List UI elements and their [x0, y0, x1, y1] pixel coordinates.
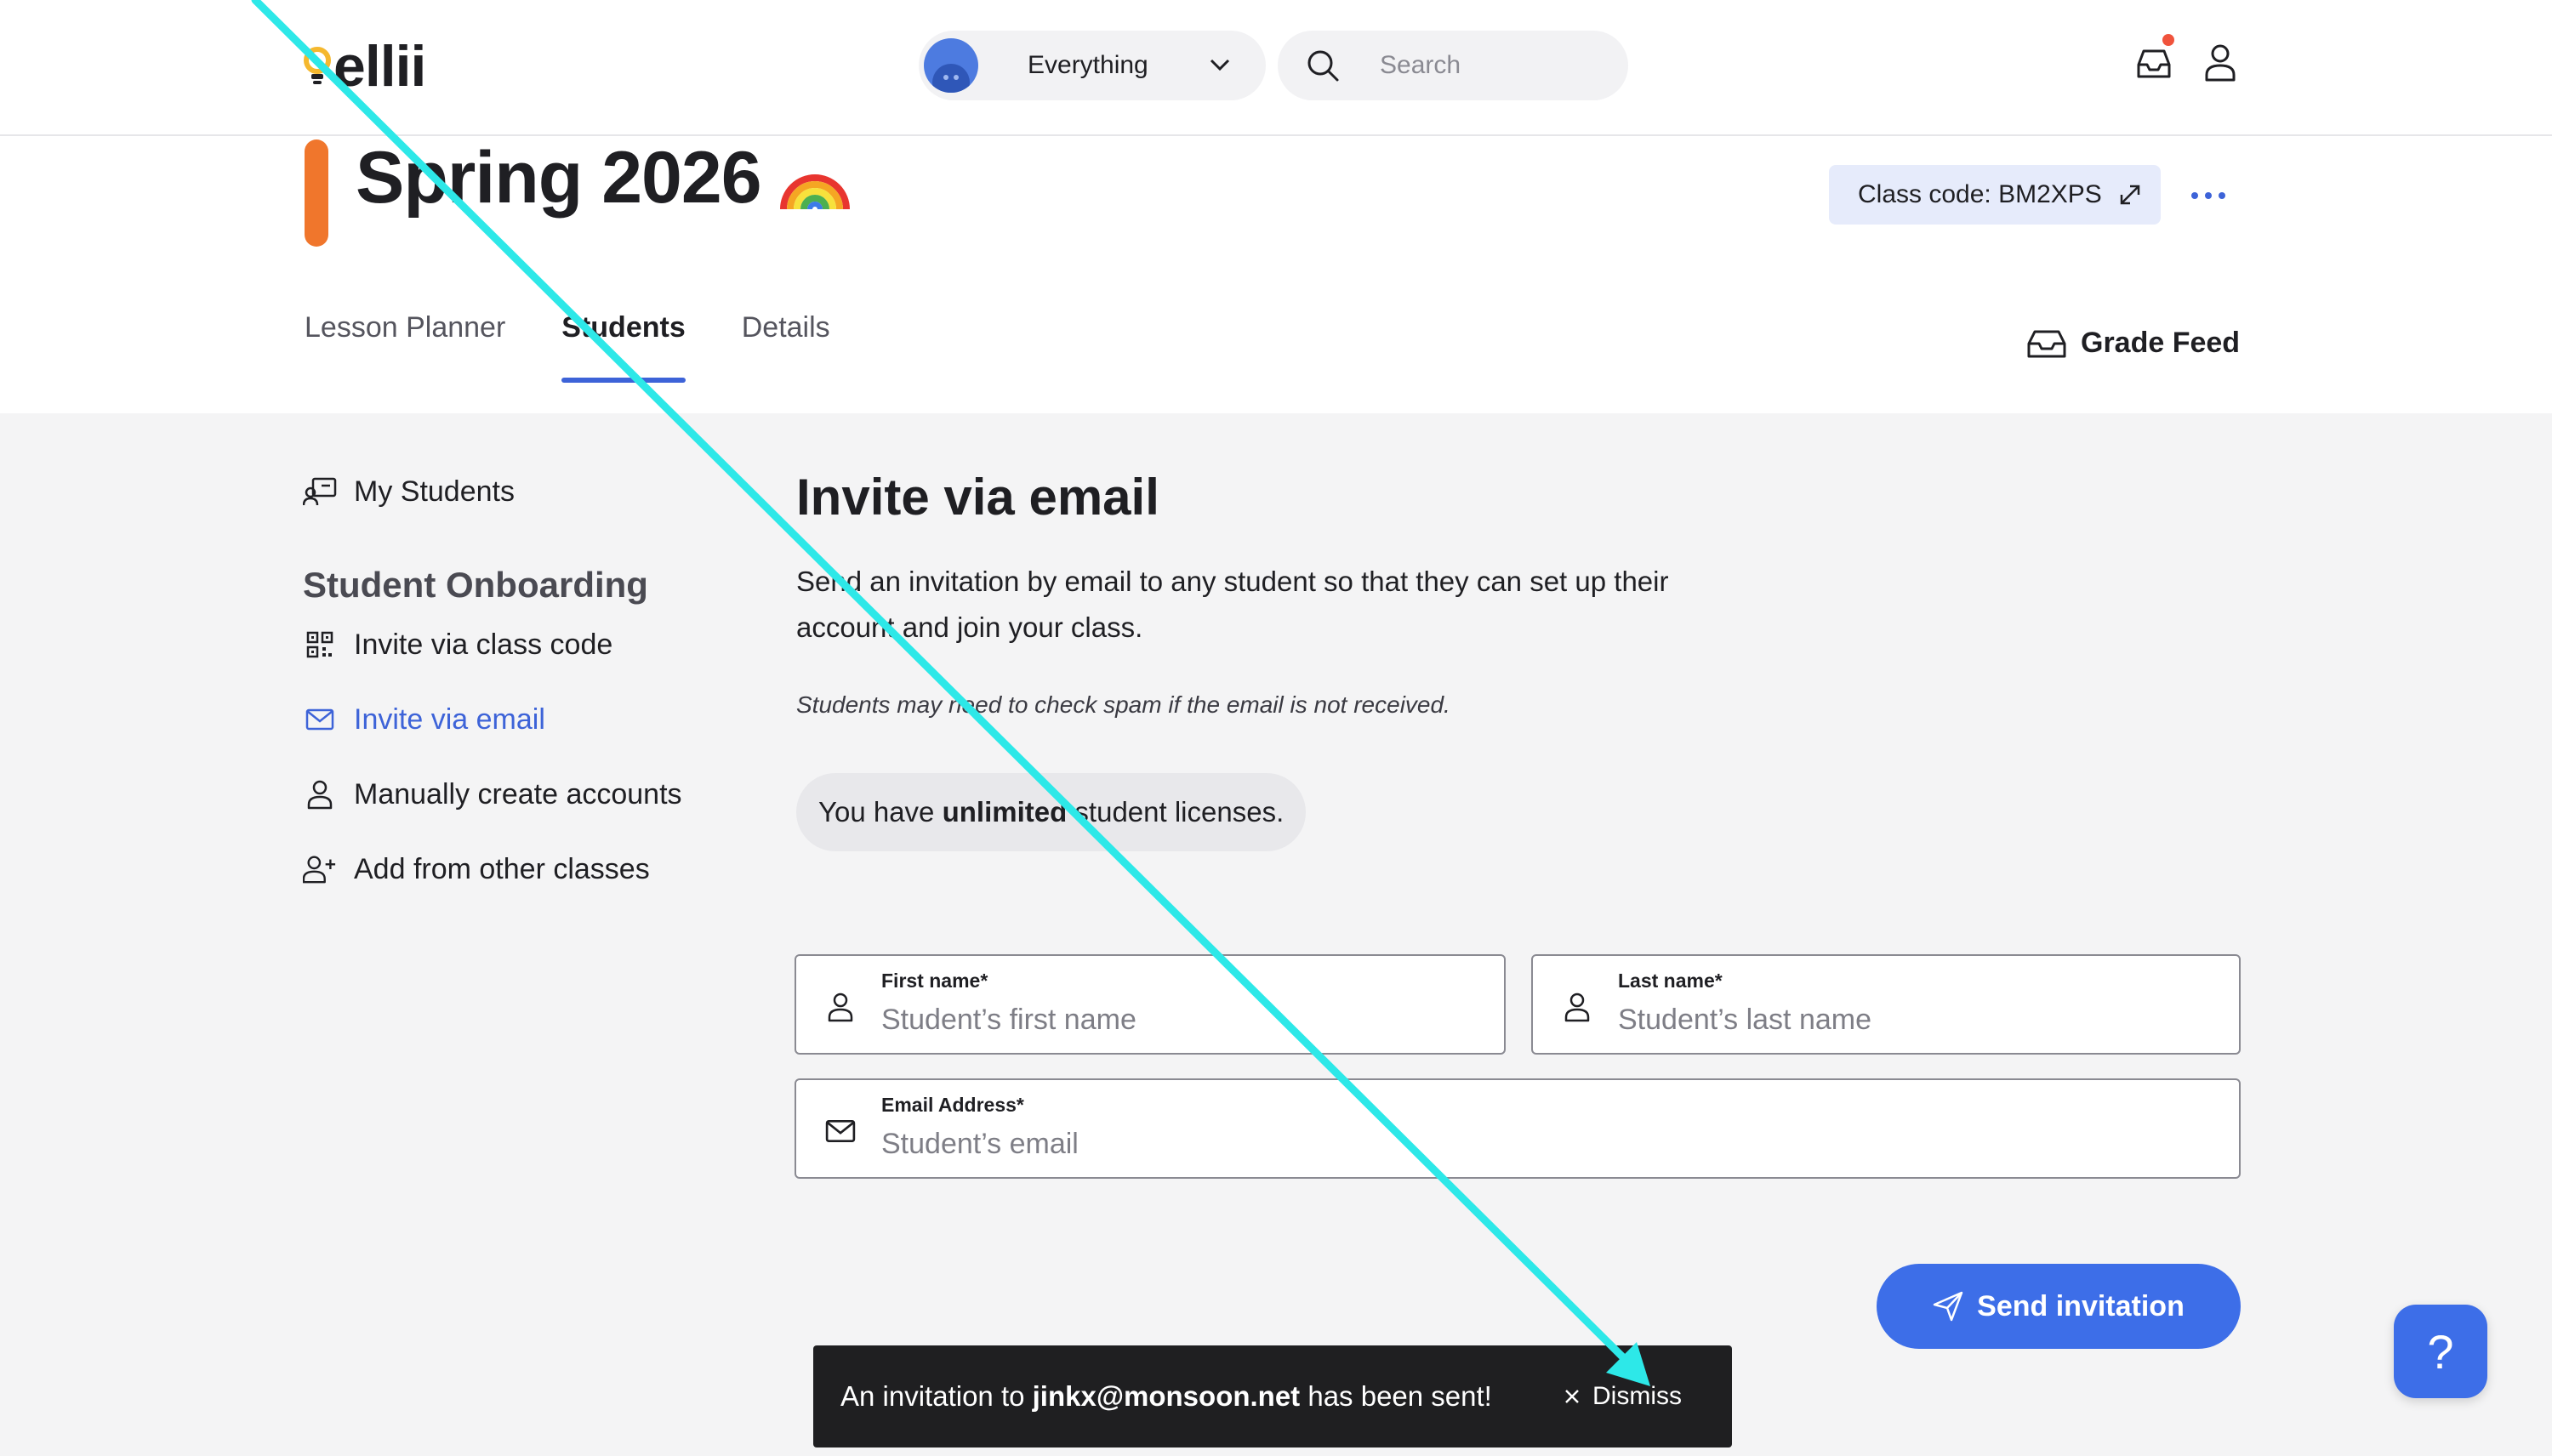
profile-icon[interactable]	[2203, 43, 2237, 82]
mail-icon	[303, 702, 337, 737]
side-item-my-students[interactable]: My Students	[303, 468, 745, 515]
toast-prefix: An invitation to	[840, 1380, 1033, 1412]
dismiss-label: Dismiss	[1592, 1382, 1682, 1410]
scope-selector[interactable]: Everything	[919, 31, 1266, 100]
side-item-invite-class-code[interactable]: Invite via class code	[303, 621, 745, 668]
class-title: Spring 2026	[356, 136, 852, 220]
toast-suffix: has been sent!	[1300, 1380, 1492, 1412]
scope-avatar	[924, 38, 978, 93]
first-name-input[interactable]	[881, 1004, 1478, 1037]
ellii-logo[interactable]: ellii	[303, 34, 426, 99]
license-prefix: You have	[818, 796, 943, 828]
more-options-button[interactable]	[2191, 179, 2225, 213]
user-icon	[303, 777, 337, 811]
class-code-button[interactable]: Class code: BM2XPS	[1829, 165, 2161, 225]
help-button[interactable]: ?	[2394, 1305, 2487, 1398]
more-dot	[2219, 192, 2225, 199]
email-input[interactable]	[881, 1128, 2213, 1161]
send-invitation-label: Send invitation	[1977, 1289, 2185, 1322]
logo-wordmark: ellii	[333, 34, 426, 99]
rainbow-emoji-icon	[779, 173, 850, 209]
license-count: unlimited	[942, 796, 1068, 828]
search-icon	[1307, 50, 1339, 82]
qr-code-icon	[303, 628, 337, 662]
grade-feed-label: Grade Feed	[2081, 327, 2241, 359]
search-box[interactable]: Search	[1278, 31, 1628, 100]
side-item-label: Add from other classes	[354, 852, 650, 885]
top-navigation-bar: ellii Everything Search	[0, 0, 2552, 136]
paper-plane-icon	[1933, 1291, 1963, 1322]
more-dot	[2191, 192, 2198, 199]
grade-feed-button[interactable]: Grade Feed	[2026, 327, 2240, 360]
lightbulb-logo-icon	[304, 47, 331, 84]
search-input[interactable]: Search	[1380, 51, 1461, 80]
user-icon	[828, 992, 853, 1022]
dismiss-button[interactable]: Dismiss	[1564, 1345, 1682, 1447]
close-icon	[1565, 1390, 1579, 1403]
license-suffix: student licenses.	[1067, 796, 1285, 828]
student-onboarding-heading: Student Onboarding	[303, 565, 648, 605]
class-title-text: Spring 2026	[356, 137, 762, 219]
tab-students[interactable]: Students	[561, 308, 686, 386]
page-title: Invite via email	[796, 469, 1159, 526]
license-badge: You have unlimited student licenses.	[796, 773, 1307, 851]
side-item-label: Invite via class code	[354, 628, 613, 661]
page-description: Send an invitation by email to any stude…	[796, 566, 1669, 643]
avatar-face-icon	[932, 64, 970, 93]
expand-icon	[2120, 185, 2140, 205]
side-item-invite-email[interactable]: Invite via email	[303, 696, 745, 743]
inbox-tray-icon	[2027, 330, 2066, 357]
class-tabs: Lesson Planner Students Details	[305, 308, 886, 390]
scope-label: Everything	[1028, 51, 1148, 79]
side-item-label: Invite via email	[354, 702, 545, 736]
last-name-input[interactable]	[1618, 1004, 2213, 1037]
side-item-manual-accounts[interactable]: Manually create accounts	[303, 771, 745, 818]
invite-email-panel: Invite via email Send an invitation by e…	[796, 468, 2242, 851]
first-name-label: First name*	[881, 970, 988, 992]
last-name-label: Last name*	[1618, 970, 1723, 992]
mail-icon	[825, 1120, 856, 1142]
student-side-nav: My Students Student Onboarding Invite vi…	[303, 468, 745, 893]
user-icon	[1564, 992, 1590, 1022]
user-plus-icon	[303, 852, 337, 886]
side-item-label: My Students	[354, 475, 515, 508]
students-icon	[303, 475, 337, 509]
tab-details[interactable]: Details	[742, 308, 830, 386]
side-item-label: Manually create accounts	[354, 777, 682, 810]
last-name-field[interactable]: Last name*	[1531, 954, 2241, 1055]
side-item-add-other-classes[interactable]: Add from other classes	[303, 845, 745, 893]
toast-message: An invitation to jinkx@monsoon.net has b…	[840, 1380, 1492, 1413]
inbox-icon[interactable]	[2135, 44, 2173, 82]
spam-note: Students may need to check spam if the e…	[796, 691, 1450, 718]
invitation-sent-toast: An invitation to jinkx@monsoon.net has b…	[813, 1345, 1732, 1447]
tab-lesson-planner[interactable]: Lesson Planner	[305, 308, 505, 386]
class-code-label: Class code: BM2XPS	[1858, 180, 2102, 208]
email-label: Email Address*	[881, 1094, 1024, 1116]
email-field[interactable]: Email Address*	[795, 1078, 2241, 1179]
first-name-field[interactable]: First name*	[795, 954, 1506, 1055]
notification-dot	[2162, 34, 2174, 46]
toast-email: jinkx@monsoon.net	[1032, 1380, 1301, 1412]
chevron-down-icon	[1210, 59, 1230, 71]
class-color-bar	[305, 139, 328, 247]
more-dot	[2205, 192, 2212, 199]
send-invitation-button[interactable]: Send invitation	[1877, 1264, 2241, 1349]
